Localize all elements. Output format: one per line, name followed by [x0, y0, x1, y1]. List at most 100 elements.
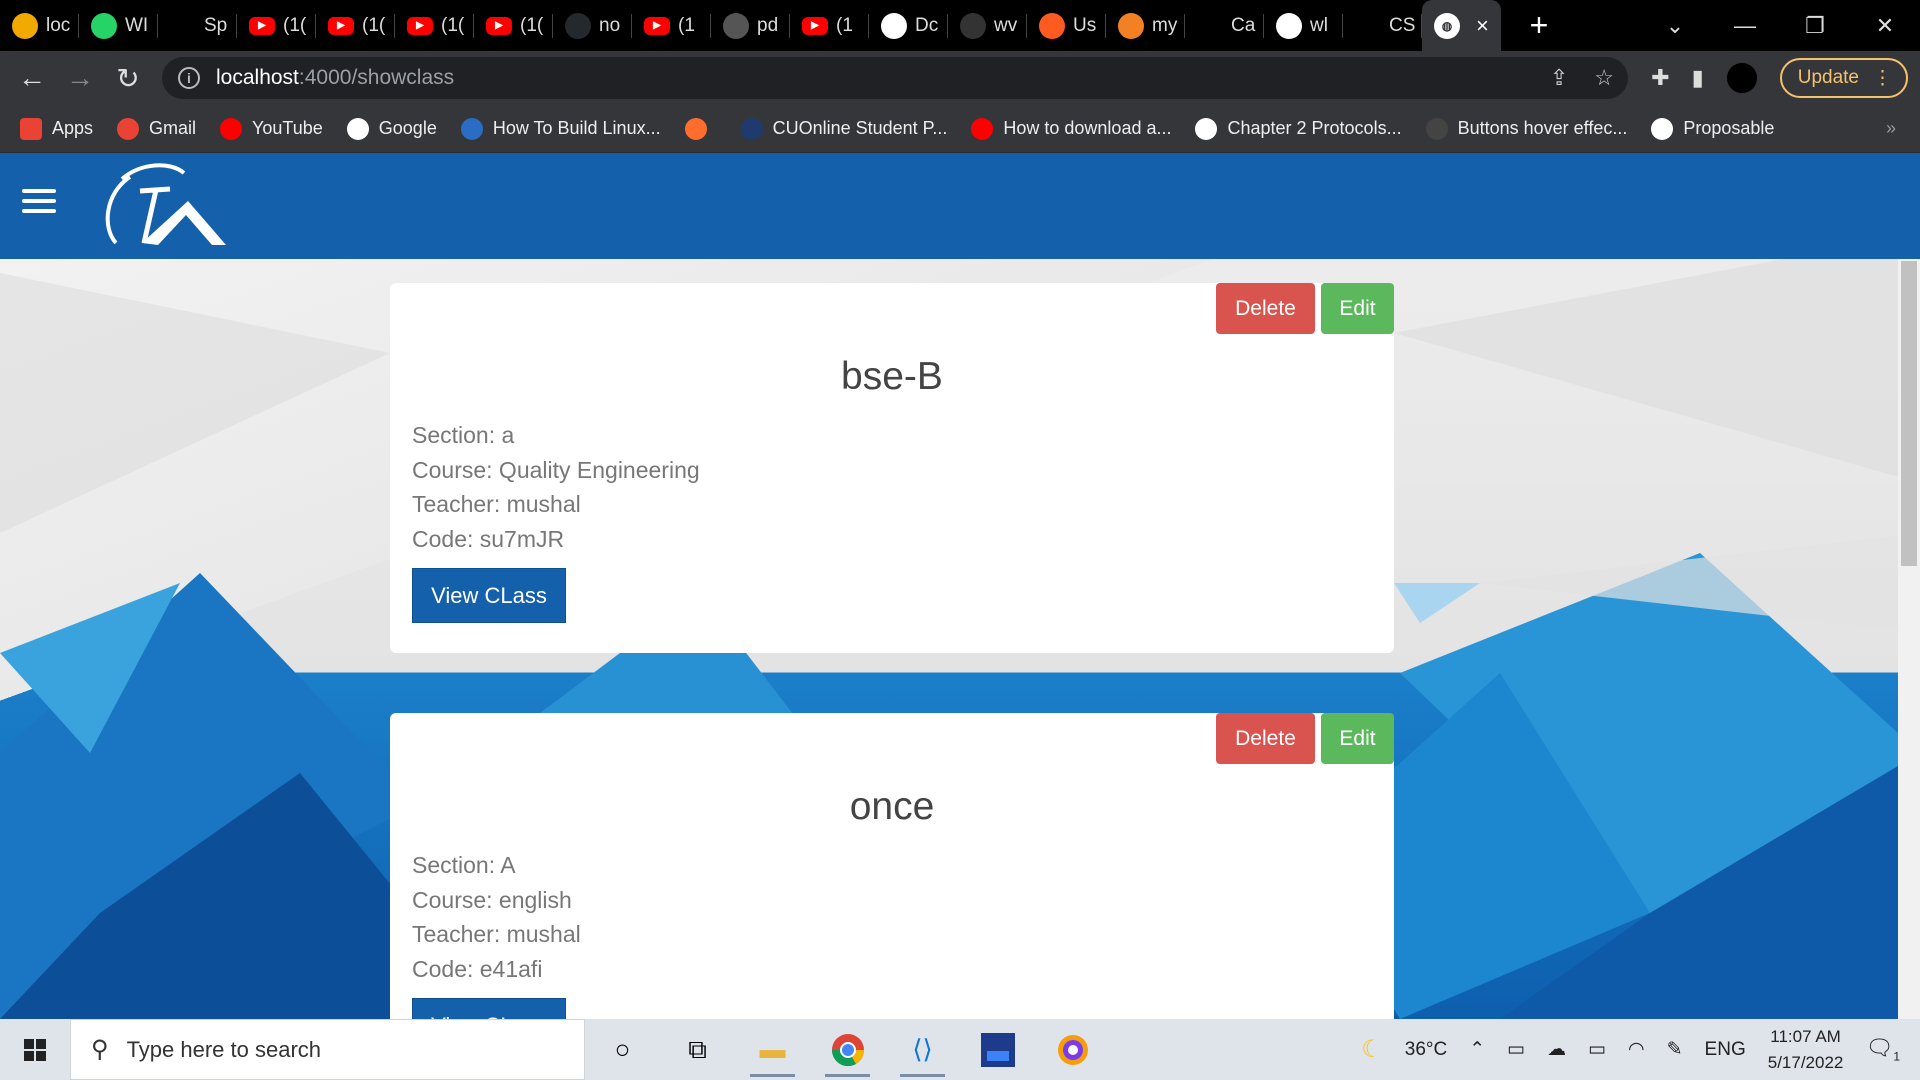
gmail-icon: [117, 117, 140, 140]
browser-tab[interactable]: my: [1106, 0, 1185, 51]
class-teacher: Teacher: mushal: [412, 921, 581, 947]
edit-button[interactable]: Edit: [1321, 713, 1394, 764]
menu-dots-icon: ⋮: [1873, 67, 1892, 89]
pen-icon[interactable]: ✎: [1667, 1038, 1683, 1061]
weather-moon-icon: ☾: [1361, 1036, 1383, 1063]
language-indicator[interactable]: ENG: [1705, 1039, 1746, 1061]
bookmark-item[interactable]: Google: [346, 117, 437, 140]
tab-label: pd: [757, 14, 779, 36]
edit-button[interactable]: Edit: [1321, 283, 1394, 334]
app-circle-icon[interactable]: [1035, 1019, 1110, 1080]
bookmark-item[interactable]: Buttons hover effec...: [1425, 117, 1627, 140]
chrome-icon[interactable]: [810, 1019, 885, 1080]
app-icon: [12, 12, 38, 39]
browser-tab[interactable]: WI: [79, 0, 158, 51]
class-card: Delete Edit bse-B Section: a Course: Quality…: [390, 283, 1394, 653]
restore-icon[interactable]: ❐: [1780, 13, 1850, 39]
browser-tab[interactable]: pd: [711, 0, 790, 51]
scrollbar-thumb[interactable]: [1901, 261, 1917, 566]
view-class-button[interactable]: View CLass: [412, 998, 566, 1019]
browser-tab[interactable]: Us: [1027, 0, 1106, 51]
browser-tab[interactable]: ▶ (1: [632, 0, 711, 51]
onedrive-icon[interactable]: ☁: [1547, 1038, 1566, 1061]
browser-tab[interactable]: ▶ (1(: [316, 0, 395, 51]
browser-tab[interactable]: ▶ (1(: [395, 0, 474, 51]
browser-tab[interactable]: Ca: [1185, 0, 1264, 51]
browser-tab[interactable]: ▶ (1: [790, 0, 869, 51]
forward-icon[interactable]: →: [56, 62, 104, 94]
back-icon[interactable]: ←: [8, 62, 56, 94]
close-tab-icon[interactable]: ×: [1476, 13, 1489, 39]
stackoverflow-icon: [1118, 12, 1144, 39]
site-info-icon[interactable]: i: [178, 67, 200, 89]
bookmark-item[interactable]: Gmail: [117, 117, 196, 140]
view-class-button[interactable]: View CLass: [412, 568, 566, 623]
circle-icon: [1425, 117, 1448, 140]
clock-date: 5/17/2022: [1767, 1052, 1844, 1072]
tab-label: wv: [994, 14, 1018, 36]
taskbar-search[interactable]: ⚲ Type here to search: [70, 1019, 585, 1080]
delete-button[interactable]: Delete: [1216, 713, 1315, 764]
tab-search-icon[interactable]: ⌄: [1640, 13, 1710, 39]
google-icon: [1276, 12, 1302, 39]
devcpp-icon[interactable]: [960, 1019, 1035, 1080]
notification-count: 1: [1893, 1049, 1900, 1064]
bookmark-item[interactable]: YouTube: [220, 117, 323, 140]
bookmark-item[interactable]: How To Build Linux...: [460, 117, 661, 140]
bookmark-item[interactable]: Chapter 2 Protocols...: [1195, 117, 1402, 140]
tab-label: no: [599, 14, 621, 36]
active-tab[interactable]: ◍ ×: [1422, 0, 1501, 51]
bookmark-item[interactable]: CUOnline Student P...: [740, 117, 947, 140]
file-explorer-icon[interactable]: ▬: [735, 1019, 810, 1080]
browser-tab[interactable]: loc: [0, 0, 79, 51]
cortana-icon[interactable]: ○: [585, 1019, 660, 1080]
side-panel-icon[interactable]: ▮: [1692, 65, 1704, 91]
browser-tab[interactable]: Sp: [158, 0, 237, 51]
wifi-icon[interactable]: ◠: [1628, 1038, 1645, 1061]
browser-tab[interactable]: wl: [1264, 0, 1343, 51]
bookmark-item[interactable]: [684, 117, 717, 140]
new-tab-button[interactable]: +: [1519, 7, 1559, 44]
meet-icon[interactable]: ▭: [1507, 1038, 1525, 1061]
task-view-icon[interactable]: ⧉: [660, 1019, 735, 1080]
profile-avatar[interactable]: [1725, 62, 1758, 94]
tab-label: (1: [836, 14, 853, 36]
bookmarks-more-icon[interactable]: »: [1886, 118, 1896, 139]
browser-tab[interactable]: Dc: [869, 0, 948, 51]
minimize-icon[interactable]: —: [1710, 13, 1780, 39]
weather-temp[interactable]: 36°C: [1405, 1039, 1447, 1061]
bookmark-item[interactable]: How to download a...: [971, 117, 1171, 140]
notification-icon[interactable]: 🗨1: [1865, 1035, 1900, 1063]
bookmark-icon: [684, 117, 707, 140]
tab-label: (1(: [441, 14, 465, 36]
bookmark-item[interactable]: Proposable: [1651, 117, 1774, 140]
clock[interactable]: 11:07 AM 5/17/2022: [1768, 1024, 1844, 1076]
window-controls: ⌄ — ❐ ✕: [1640, 0, 1920, 51]
battery-icon[interactable]: ▭: [1588, 1038, 1606, 1061]
bookmarks-bar: Apps Gmail YouTube Google How To Build Linux…: [0, 105, 1920, 153]
vscode-icon[interactable]: ⟨⟩: [885, 1019, 960, 1080]
browser-tab[interactable]: CS: [1343, 0, 1422, 51]
page-scrollbar[interactable]: [1898, 259, 1920, 1019]
tray-chevron-icon[interactable]: ⌃: [1469, 1038, 1485, 1061]
browser-tab[interactable]: wv: [948, 0, 1027, 51]
class-course: Course: english: [412, 886, 572, 913]
globe-icon: ◍: [1434, 12, 1460, 39]
delete-button[interactable]: Delete: [1216, 283, 1315, 334]
bookmark-item[interactable]: Apps: [20, 117, 93, 140]
reload-icon[interactable]: ↻: [104, 62, 152, 95]
address-bar[interactable]: i localhost:4000/showclass ⇪ ☆: [162, 57, 1628, 99]
whatsapp-icon: [91, 12, 117, 39]
browser-tab[interactable]: ▶ (1(: [237, 0, 316, 51]
browser-tab[interactable]: no: [553, 0, 632, 51]
extensions-icon[interactable]: ✚: [1651, 65, 1669, 91]
update-button[interactable]: Update ⋮: [1779, 58, 1908, 98]
browser-tab[interactable]: ▶ (1(: [474, 0, 553, 51]
start-button[interactable]: [0, 1038, 70, 1061]
close-window-icon[interactable]: ✕: [1850, 13, 1920, 39]
menu-hamburger-icon[interactable]: [22, 189, 56, 213]
share-icon[interactable]: ⇪: [1550, 65, 1568, 91]
bookmark-label: Chapter 2 Protocols...: [1227, 118, 1402, 138]
bookmark-star-icon[interactable]: ☆: [1594, 65, 1614, 91]
tab-label: wl: [1310, 14, 1328, 36]
